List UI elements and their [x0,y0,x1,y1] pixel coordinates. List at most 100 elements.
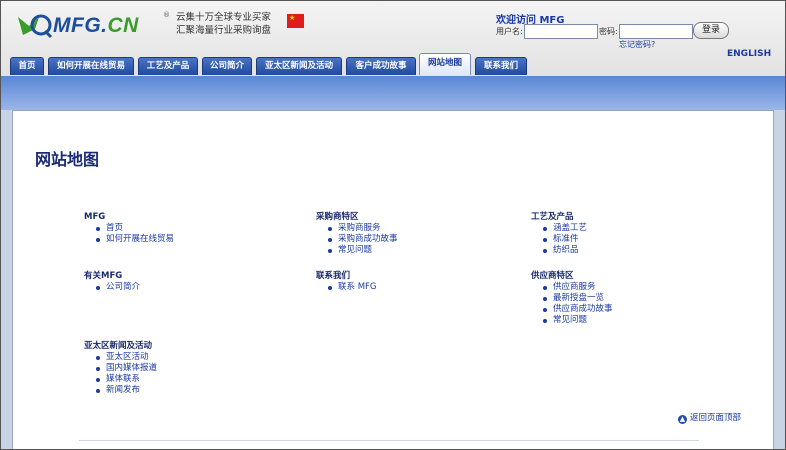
link-label: 纺织品 [553,245,579,255]
tab-home[interactable]: 首页 [10,57,44,75]
list-item[interactable]: 常见问题 [328,245,398,256]
content-panel: 网站地图 MFG 首页 如何开展在线贸易 采购商特区 采购商服务 采购商成功故事… [12,110,774,449]
slogan: 云集十万全球专业买家 汇聚海量行业采购询盘 [176,11,271,37]
list-item[interactable]: 涵盖工艺 [543,223,587,234]
list-item[interactable]: 亚太区活动 [96,352,157,363]
bullet-icon [328,249,332,253]
section-title[interactable]: MFG [84,212,174,223]
list-item[interactable]: 采购商服务 [328,223,398,234]
header: MFG.CN ® 云集十万全球专业买家 汇聚海量行业采购询盘 ★ 欢迎访问 MF… [1,1,785,76]
bullet-icon [96,378,100,382]
link-label: 亚太区活动 [106,352,149,362]
password-label: 密码: [599,27,618,36]
back-to-top-link[interactable]: ▲ 返回页面顶部 [678,411,741,424]
list-item[interactable]: 纺织品 [543,245,587,256]
tab-contact-us[interactable]: 联系我们 [475,57,527,75]
link-label: 涵盖工艺 [553,223,588,233]
sitemap-section-buyers: 采购商特区 采购商服务 采购商成功故事 常见问题 [316,212,398,256]
list-item[interactable]: 新闻发布 [96,385,157,396]
link-label: 采购商服务 [338,223,381,233]
arrow-up-circle-icon: ▲ [678,415,687,424]
bullet-icon [543,286,547,290]
password-input[interactable] [619,24,693,39]
logo-text-cn: CN [107,14,139,37]
list-item[interactable]: 供应商服务 [543,282,613,293]
bullet-icon [96,356,100,360]
tab-online-trade[interactable]: 如何开展在线贸易 [48,57,134,75]
tab-success-stories[interactable]: 客户成功故事 [346,57,416,75]
list-item[interactable]: 国内媒体报道 [96,363,157,374]
registered-mark: ® [163,11,170,19]
section-title[interactable]: 采购商特区 [316,212,398,223]
list-item[interactable]: 公司简介 [96,282,140,293]
sitemap-section-apac-news: 亚太区新闻及活动 亚太区活动 国内媒体报道 媒体联系 新闻发布 [84,341,157,396]
page-title: 网站地图 [35,150,100,169]
link-label: 媒体联系 [106,374,141,384]
link-label: 最新授盘一览 [553,293,605,303]
forgot-password-link[interactable]: 忘记密码? [619,39,655,50]
bullet-icon [543,249,547,253]
username-input[interactable] [524,24,598,39]
logo-text: MFG.CN [53,14,139,38]
username-label: 用户名: [496,27,523,36]
tab-company-profile[interactable]: 公司简介 [202,57,252,75]
list-item[interactable]: 采购商成功故事 [328,234,398,245]
bullet-icon [543,227,547,231]
list-item[interactable]: 首页 [96,223,174,234]
link-label: 新闻发布 [106,385,141,395]
tab-processes-products[interactable]: 工艺及产品 [138,57,198,75]
mfg-logo[interactable]: MFG.CN ® [15,9,173,39]
sitemap-section-mfg: MFG 首页 如何开展在线贸易 [84,212,174,245]
slogan-line-2: 汇聚海量行业采购询盘 [176,25,272,36]
bullet-icon [543,308,547,312]
browser-page: MFG.CN ® 云集十万全球专业买家 汇聚海量行业采购询盘 ★ 欢迎访问 MF… [0,0,786,450]
logo-swoosh-icon [18,14,53,39]
section-title[interactable]: 工艺及产品 [531,212,587,223]
bullet-icon [96,238,100,242]
sitemap-section-suppliers: 供应商特区 供应商服务 最新授盘一览 供应商成功故事 常见问题 [531,271,613,326]
sitemap-section-processes: 工艺及产品 涵盖工艺 标准件 纺织品 [531,212,587,256]
bullet-icon [543,297,547,301]
slogan-line-1: 云集十万全球专业买家 [176,12,272,23]
link-label: 供应商成功故事 [553,304,613,314]
bullet-icon [328,227,332,231]
link-label: 供应商服务 [553,282,596,292]
list-item[interactable]: 联系 MFG [328,282,377,293]
list-item[interactable]: 标准件 [543,234,587,245]
back-to-top-label: 返回页面顶部 [690,413,742,423]
bullet-icon [96,227,100,231]
bullet-icon [96,389,100,393]
banner-band [1,76,785,110]
list-item[interactable]: 最新授盘一览 [543,293,613,304]
login-button[interactable]: 登录 [693,22,729,39]
sitemap-section-about: 有关MFG 公司简介 [84,271,140,293]
link-label: 采购商成功故事 [338,234,398,244]
list-item[interactable]: 媒体联系 [96,374,157,385]
bullet-icon [543,238,547,242]
section-title[interactable]: 亚太区新闻及活动 [84,341,157,352]
bullet-icon [328,238,332,242]
sitemap-section-contact: 联系我们 联系 MFG [316,271,377,293]
link-label: 首页 [106,223,124,233]
link-label: 标准件 [553,234,579,244]
link-label: 联系 MFG [338,282,377,292]
section-title[interactable]: 有关MFG [84,271,140,282]
divider [79,440,699,441]
logo-text-mfg: MFG. [53,14,108,37]
bullet-icon [96,286,100,290]
list-item[interactable]: 供应商成功故事 [543,304,613,315]
section-title[interactable]: 联系我们 [316,271,377,282]
link-label: 国内媒体报道 [106,363,158,373]
link-label: 常见问题 [553,315,588,325]
bullet-icon [543,319,547,323]
link-label: 常见问题 [338,245,373,255]
main-nav: 首页 如何开展在线贸易 工艺及产品 公司简介 亚太区新闻及活动 客户成功故事 网… [1,53,785,76]
china-flag-icon[interactable]: ★ [287,14,304,28]
bullet-icon [96,367,100,371]
list-item[interactable]: 常见问题 [543,315,613,326]
tab-apac-news[interactable]: 亚太区新闻及活动 [256,57,342,75]
list-item[interactable]: 如何开展在线贸易 [96,234,174,245]
tab-sitemap[interactable]: 网站地图 [419,53,471,75]
section-title[interactable]: 供应商特区 [531,271,613,282]
link-label: 如何开展在线贸易 [106,234,175,244]
